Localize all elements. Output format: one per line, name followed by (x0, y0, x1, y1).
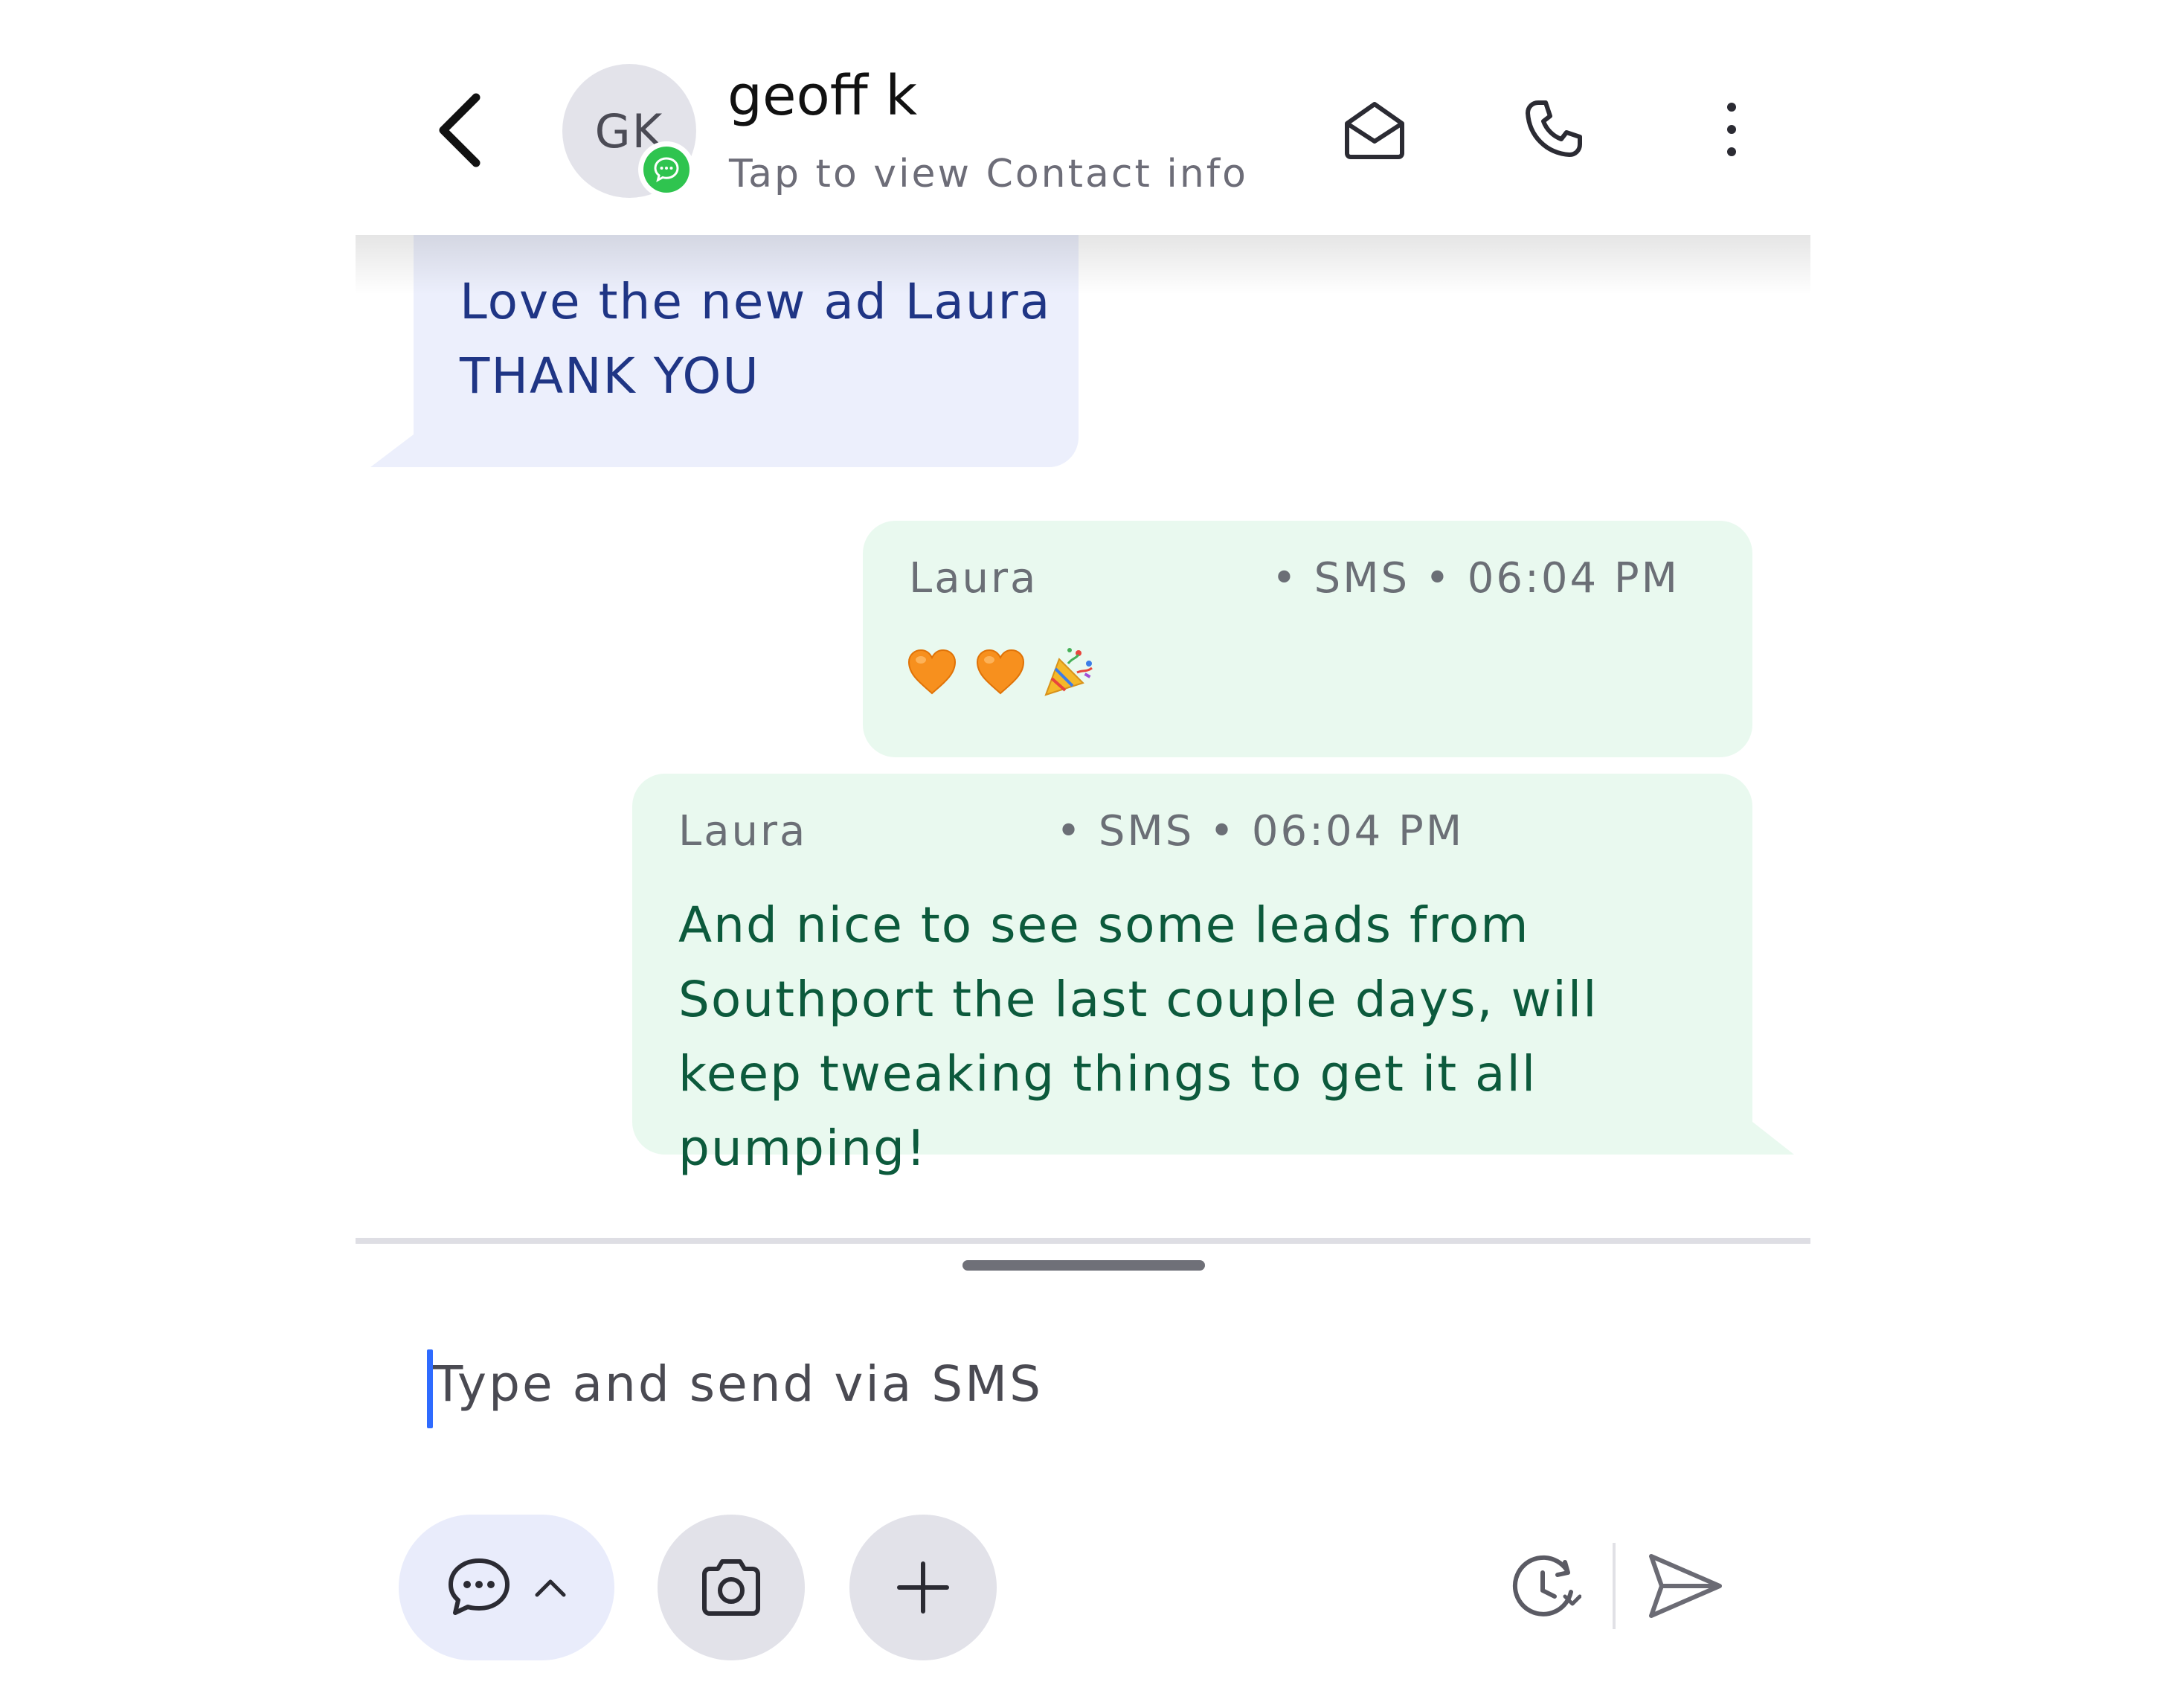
camera-button[interactable] (658, 1515, 805, 1660)
incoming-message-bubble[interactable]: Love the new ad Laura THANK YOU (370, 235, 1079, 467)
clock-schedule-icon (1512, 1555, 1581, 1616)
send-icon (1649, 1554, 1722, 1618)
camera-icon (702, 1559, 760, 1616)
orange-heart-emoji (976, 649, 1025, 695)
more-options-button[interactable] (1694, 92, 1769, 167)
sms-channel-badge (638, 141, 695, 198)
message-meta: • SMS • 06:04 PM (1271, 554, 1680, 603)
plus-icon (897, 1561, 949, 1614)
back-button[interactable] (430, 82, 489, 179)
chevron-up-icon (535, 1579, 566, 1597)
text-caret (427, 1349, 433, 1428)
outgoing-message-bubble[interactable]: Laura • SMS • 06:04 PM (863, 521, 1752, 757)
toolbar-separator (1613, 1543, 1616, 1629)
party-popper-emoji (1044, 648, 1093, 696)
orange-heart-emoji (907, 649, 957, 695)
message-text: Love the new ad Laura THANK YOU (460, 265, 1079, 414)
message-sender: Laura (678, 807, 808, 855)
message-input[interactable] (424, 1339, 1697, 1428)
composer-divider (356, 1238, 1810, 1244)
chevron-left-icon (439, 93, 481, 167)
contact-name[interactable]: geoff k (727, 68, 917, 123)
composer-drag-handle[interactable] (962, 1260, 1205, 1271)
schedule-send-button[interactable] (1500, 1543, 1589, 1632)
message-line: Love the new ad Laura (460, 273, 1052, 330)
conversation-header: GK geoff k Tap to view Contact info (356, 0, 1810, 235)
envelope-icon (1345, 102, 1404, 159)
call-button[interactable] (1516, 92, 1590, 167)
add-attachment-button[interactable] (849, 1515, 997, 1660)
contact-info-link[interactable]: Tap to view Contact info (729, 155, 1248, 193)
send-button[interactable] (1641, 1541, 1730, 1631)
message-emojis (906, 646, 1098, 698)
sms-chat-icon (654, 157, 679, 182)
phone-icon (1526, 100, 1582, 157)
message-meta: • SMS • 06:04 PM (1056, 807, 1465, 855)
message-sender: Laura (909, 554, 1038, 603)
message-text: And nice to see some leads from Southpor… (678, 896, 1598, 1177)
templates-button[interactable] (399, 1515, 614, 1660)
more-vertical-icon (1727, 103, 1736, 156)
email-button[interactable] (1337, 92, 1412, 167)
outgoing-message-bubble[interactable]: Laura • SMS • 06:04 PM And nice to see s… (632, 774, 1794, 1177)
chat-bubble-icon (449, 1558, 510, 1615)
message-line: THANK YOU (460, 347, 760, 405)
